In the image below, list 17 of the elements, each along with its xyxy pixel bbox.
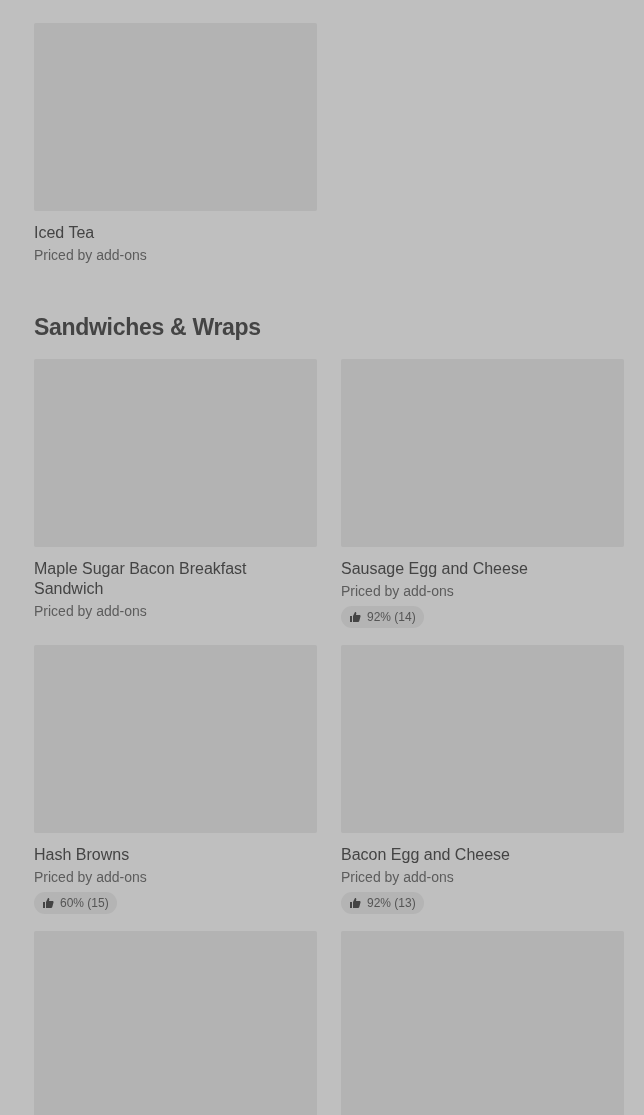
item-name: Maple Sugar Bacon Breakfast Sandwich: [34, 559, 248, 599]
thumbs-up-icon: [349, 897, 361, 909]
section-heading: Sandwiches & Wraps: [34, 314, 261, 341]
item-name: Iced Tea: [34, 223, 96, 243]
thumbs-up-icon: [42, 897, 54, 909]
item-price: Priced by add-ons: [341, 868, 455, 886]
item-name: Hash Browns: [34, 845, 131, 865]
rating-badge: 92% (14): [341, 606, 424, 628]
thumbs-up-icon: [349, 611, 361, 623]
rating-badge: 60% (15): [34, 892, 117, 914]
item-name: Bacon Egg and Cheese: [341, 845, 511, 865]
item-price: Priced by add-ons: [34, 868, 148, 886]
item-name: Sausage Egg and Cheese: [341, 559, 529, 579]
rating-badge: 92% (13): [341, 892, 424, 914]
item-price: Priced by add-ons: [34, 246, 148, 264]
item-price: Priced by add-ons: [341, 582, 455, 600]
item-price: Priced by add-ons: [34, 602, 148, 620]
